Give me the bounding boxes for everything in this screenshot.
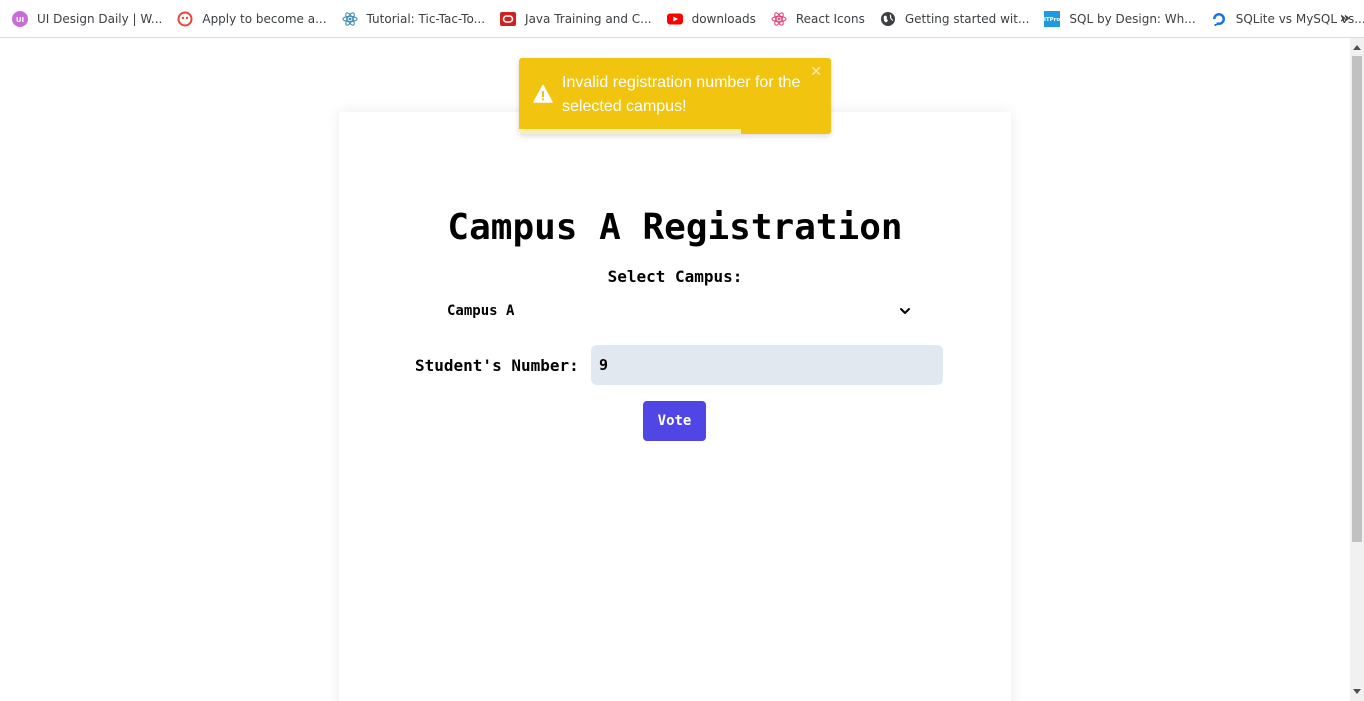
student-number-input[interactable]	[591, 345, 943, 385]
chevron-down-icon	[899, 305, 911, 317]
scrollbar-thumb[interactable]	[1352, 56, 1362, 542]
registration-card: Campus A Registration Select Campus: Cam…	[339, 112, 1011, 701]
toast-progress-bar	[519, 129, 741, 134]
warning-icon	[533, 84, 553, 104]
vote-button[interactable]: Vote	[643, 401, 706, 441]
page-content: Campus A Registration Select Campus: Cam…	[0, 38, 1350, 701]
vertical-scrollbar[interactable]	[1350, 38, 1364, 701]
svg-text:ITPro: ITPro	[1044, 17, 1060, 23]
scroll-up-arrow-icon[interactable]	[1350, 40, 1364, 54]
react-atom-icon	[341, 11, 358, 27]
student-number-label: Student's Number:	[415, 356, 579, 375]
bookmark-label: React Icons	[795, 11, 865, 26]
ui-design-daily-icon: UI	[12, 10, 28, 27]
bookmark-java-training[interactable]: Java Training and C...	[500, 5, 652, 33]
close-icon[interactable]: ✕	[810, 64, 822, 80]
bookmark-ui-design-daily[interactable]: UI UI Design Daily | W...	[12, 5, 162, 33]
bookmark-label: downloads	[691, 11, 756, 26]
bookmark-tutorial-tic-tac-toe[interactable]: Tutorial: Tic-Tac-To...	[341, 5, 486, 33]
bookmark-label: Tutorial: Tic-Tac-To...	[366, 11, 486, 26]
page-title: Campus A Registration	[447, 207, 903, 248]
bookmarks-overflow-button[interactable]: »	[1340, 9, 1350, 27]
campus-select[interactable]: Campus A	[437, 296, 917, 326]
bookmark-downloads[interactable]: downloads	[666, 5, 756, 33]
digitalocean-icon	[1211, 11, 1227, 27]
bookmark-react-icons[interactable]: React Icons	[771, 5, 865, 33]
bookmark-label: Getting started wit...	[904, 11, 1030, 26]
bookmark-getting-started[interactable]: Getting started wit...	[880, 5, 1030, 33]
toast-message: Invalid registration number for the sele…	[562, 74, 801, 115]
bookmark-label: Java Training and C...	[525, 11, 652, 26]
apply-icon	[177, 11, 193, 27]
globe-icon	[880, 11, 896, 27]
bookmark-label: UI Design Daily | W...	[37, 11, 163, 26]
bookmarks-bar: UI UI Design Daily | W... Apply to becom…	[0, 0, 1364, 38]
oracle-icon	[500, 11, 517, 27]
warning-toast: Invalid registration number for the sele…	[519, 58, 831, 134]
react-icons-icon	[771, 11, 787, 27]
campus-select-label: Select Campus:	[607, 267, 743, 286]
youtube-icon	[666, 11, 683, 27]
campus-select-value: Campus A	[447, 303, 515, 319]
bookmark-sql-by-design[interactable]: ITPro SQL by Design: Wh...	[1044, 5, 1196, 33]
svg-text:UI: UI	[16, 16, 24, 24]
bookmark-label: Apply to become a...	[202, 11, 327, 26]
bookmark-label: SQL by Design: Wh...	[1069, 11, 1196, 26]
bookmark-apply[interactable]: Apply to become a...	[177, 5, 327, 33]
scroll-down-arrow-icon[interactable]	[1350, 685, 1364, 699]
itpro-icon: ITPro	[1044, 10, 1061, 27]
